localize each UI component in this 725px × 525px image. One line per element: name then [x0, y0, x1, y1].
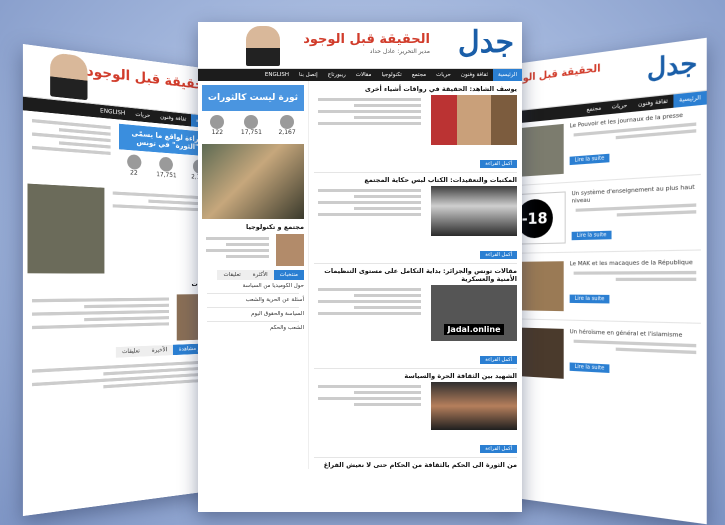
main-nav: الرئيسية ثقافة وفنون حريات مجتمع تكنولوج… [198, 69, 522, 81]
read-more-button[interactable]: Lire la suite [569, 153, 610, 166]
site-slogan: الحقيقة قبل الوجود [303, 32, 430, 47]
youtube-icon[interactable] [126, 154, 141, 170]
right-article-4: Un héroïsme en général et l'islamisme Lir… [500, 322, 707, 393]
right-logo[interactable]: جدل [647, 46, 697, 86]
article-thumb-3: Jadal.online [431, 285, 517, 341]
read-more-button[interactable]: أكمل القراءة [480, 356, 517, 364]
read-more-button[interactable]: أكمل القراءة [480, 160, 517, 168]
read-more-button[interactable]: أكمل القراءة [480, 445, 517, 453]
youtube-icon[interactable] [210, 115, 225, 129]
read-more-button[interactable]: Lire la suite [569, 294, 610, 304]
nav-articles[interactable]: مقالات [351, 69, 377, 81]
article-title[interactable]: الشهيد بين الثقافة الحرة والسياسة [309, 372, 522, 380]
cartoon-image [202, 144, 304, 219]
editor-portrait [246, 26, 280, 66]
article-title[interactable]: يوسف الشاهد: الحقيقة في رواقات أشياء أخر… [309, 81, 522, 93]
right-page-preview: جدل الحقيقة قبل الوجود الرئيسية ثقافة وف… [500, 37, 707, 525]
tab-selected[interactable]: منتخبات [273, 270, 304, 280]
right-article-3: Le MAK et les macaques de la République L… [500, 254, 707, 320]
article-thumb-1 [431, 95, 517, 145]
left-slogan: الحقيقة قبل الوجود [86, 63, 213, 95]
nav-english[interactable]: ENGLISH [260, 69, 294, 81]
sidebar: ثورة ليست كالثورات 122 17,751 2,167 مجتم… [198, 81, 309, 469]
nav-culture[interactable]: ثقافة وفنون [456, 69, 493, 81]
read-more-button[interactable]: أكمل القراءة [480, 251, 517, 259]
twitter-icon[interactable] [159, 156, 174, 173]
main-column: يوسف الشاهد: الحقيقة في رواقات أشياء أخر… [309, 81, 522, 469]
nav-reportage[interactable]: ريبورتاج [323, 69, 351, 81]
nav-freedom[interactable]: حريات [431, 69, 456, 81]
sidebar-tabs: منتخبات الأكثرة تعليقات [202, 270, 304, 280]
article-title[interactable]: المكتبات والتعقيدات: الكتاب لبس حكاية ال… [309, 176, 522, 184]
site-header: جدل الحقيقة قبل الوجود مدير التحرير: عاد… [198, 22, 522, 69]
nav-tech[interactable]: تكنولوجيا [376, 69, 406, 81]
site-slogan-sub: مدير التحرير: عادل حداد [369, 48, 430, 55]
left-tab-latest[interactable]: الأخيرة [145, 344, 173, 357]
article-title[interactable]: مقالات تونس والجزائر: بداية التكامل على … [309, 267, 522, 283]
nav-society[interactable]: مجتمع [407, 69, 431, 81]
sidebar-list-item[interactable]: أسئلة عن الحرية والشعب [202, 297, 304, 304]
sidebar-banner[interactable]: ثورة ليست كالثورات [202, 85, 304, 111]
sidebar-list-item[interactable]: السياسة والحقوق اليوم [202, 311, 304, 318]
sidebar-thumb [276, 234, 304, 266]
twitter-icon[interactable] [244, 115, 259, 129]
age-restriction-badge: -18 [516, 198, 553, 239]
nav-home[interactable]: الرئيسية [493, 69, 522, 81]
watermark-label: Jadal.online [444, 324, 504, 335]
social-stats: 122 17,751 2,167 [202, 111, 304, 140]
sidebar-section-title: مجتمع و تكنولوجيا [246, 223, 304, 231]
read-more-button[interactable]: Lire la suite [569, 362, 610, 373]
left-cartoon-image [27, 183, 105, 274]
article-thumb-4 [431, 382, 517, 430]
left-portrait [50, 52, 88, 101]
left-page-preview: الحقيقة قبل الوجود الرئيسية ثقافة وفنون … [22, 43, 219, 517]
tab-comments[interactable]: تعليقات [217, 270, 247, 280]
read-more-button[interactable]: Lire la suite [571, 230, 612, 241]
article-title[interactable]: من الثورة الى الحكم بالثقافة من الحكام ح… [309, 461, 522, 469]
right-nav-society[interactable]: مجتمع [581, 102, 606, 117]
tab-popular[interactable]: الأكثرة [246, 270, 274, 280]
right-article-2: -18 Un système d'enseignement au plus ha… [500, 178, 707, 250]
nav-contact[interactable]: إتصل بنا [294, 69, 323, 81]
article-thumb-2 [431, 186, 517, 236]
sidebar-list-item[interactable]: حول الكوميديا من السياسة [202, 283, 304, 290]
sidebar-list-item[interactable]: الشعب والحكم [202, 325, 304, 332]
site-logo[interactable]: جدل [458, 28, 514, 58]
left-tab-comments[interactable]: تعليقات [115, 345, 146, 358]
facebook-icon[interactable] [280, 115, 295, 129]
center-page-preview: جدل الحقيقة قبل الوجود مدير التحرير: عاد… [198, 22, 522, 512]
